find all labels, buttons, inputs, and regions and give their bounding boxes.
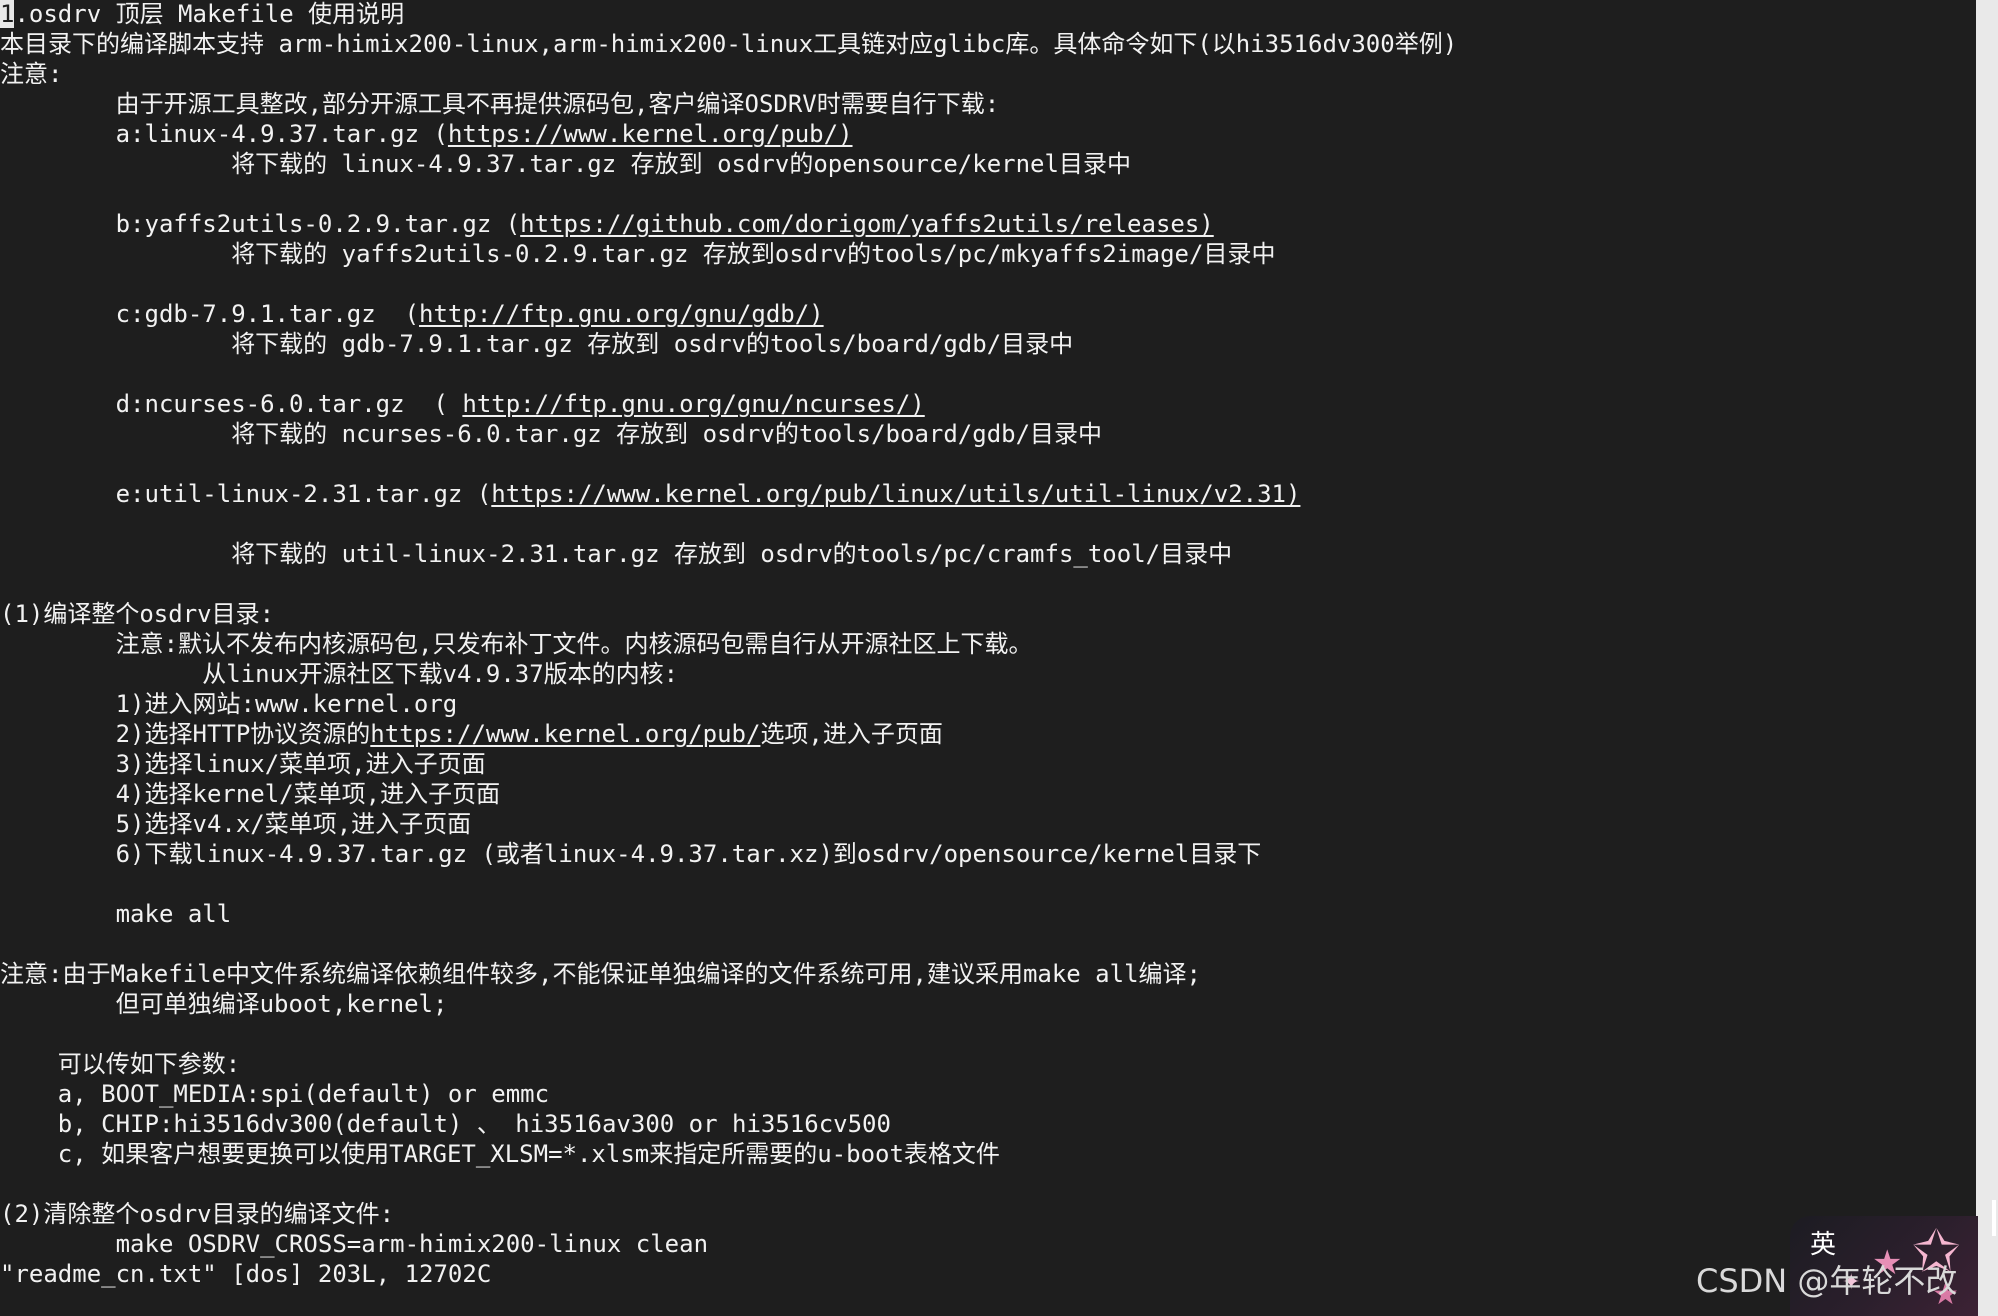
text-line: (2)清除整个osdrv目录的编译文件: — [0, 1200, 395, 1228]
text-line: e:util-linux-2.31.tar.gz (https://www.ke… — [0, 480, 1301, 510]
download-item-label: d:ncurses-6.0.tar.gz ( — [0, 390, 463, 418]
heading-text: .osdrv 顶层 Makefile 使用说明 — [14, 0, 405, 28]
text-line: 2)选择HTTP协议资源的https://www.kernel.org/pub/… — [0, 720, 943, 750]
yaffs2utils-url-link[interactable]: https://github.com/dorigom/yaffs2utils/r… — [520, 210, 1214, 238]
text-line: 但可单独编译uboot,kernel; — [0, 990, 448, 1018]
csdn-watermark: CSDN @年轮不改 — [1696, 1262, 1958, 1300]
step-label: 2)选择HTTP协议资源的 — [0, 720, 371, 748]
text-line: a:linux-4.9.37.tar.gz (https://www.kerne… — [0, 120, 853, 150]
text-line: 3)选择linux/菜单项,进入子页面 — [0, 750, 486, 778]
text-cursor: 1 — [0, 0, 15, 28]
text-line: 1.osdrv 顶层 Makefile 使用说明 — [0, 0, 404, 30]
download-item-label: c:gdb-7.9.1.tar.gz ( — [0, 300, 420, 328]
text-line: c, 如果客户想要更换可以使用TARGET_XLSM=*.xlsm来指定所需要的… — [0, 1140, 1000, 1168]
text-line: c:gdb-7.9.1.tar.gz (http://ftp.gnu.org/g… — [0, 300, 824, 330]
text-line: (1)编译整个osdrv目录: — [0, 600, 275, 628]
download-item-label: a:linux-4.9.37.tar.gz ( — [0, 120, 448, 148]
text-line: 可以传如下参数: — [0, 1050, 241, 1078]
text-line: 5)选择v4.x/菜单项,进入子页面 — [0, 810, 472, 838]
text-line: 将下载的 yaffs2utils-0.2.9.tar.gz 存放到osdrv的t… — [0, 240, 1276, 268]
text-line: 本目录下的编译脚本支持 arm-himix200-linux,arm-himix… — [0, 30, 1458, 58]
text-line: b, CHIP:hi3516dv300(default) 、 hi3516av3… — [0, 1110, 891, 1138]
gdb-url-link[interactable]: http://ftp.gnu.org/gnu/gdb/) — [419, 300, 824, 328]
text-line: 将下载的 linux-4.9.37.tar.gz 存放到 osdrv的opens… — [0, 150, 1131, 178]
text-line: 注意:默认不发布内核源码包,只发布补丁文件。内核源码包需自行从开源社区上下载。 — [0, 630, 1033, 658]
text-line: b:yaffs2utils-0.2.9.tar.gz (https://gith… — [0, 210, 1214, 240]
text-line: a, BOOT_MEDIA:spi(default) or emmc — [0, 1080, 550, 1108]
ncurses-url-link[interactable]: http://ftp.gnu.org/gnu/ncurses/) — [462, 390, 924, 418]
text-line: 将下载的 gdb-7.9.1.tar.gz 存放到 osdrv的tools/bo… — [0, 330, 1074, 358]
text-line: 6)下载linux-4.9.37.tar.gz (或者linux-4.9.37.… — [0, 840, 1262, 868]
util-linux-url-link[interactable]: https://www.kernel.org/pub/linux/utils/u… — [491, 480, 1300, 508]
ime-mode-indicator: 英 — [1810, 1230, 1837, 1260]
text-line: 注意:由于Makefile中文件系统编译依赖组件较多,不能保证单独编译的文件系统… — [0, 960, 1201, 988]
text-line: 4)选择kernel/菜单项,进入子页面 — [0, 780, 501, 808]
command-line: make OSDRV_CROSS=arm-himix200-linux clea… — [0, 1230, 709, 1258]
text-line: d:ncurses-6.0.tar.gz ( http://ftp.gnu.or… — [0, 390, 925, 420]
step-suffix: 选项,进入子页面 — [760, 720, 943, 748]
kernel-pub-link[interactable]: https://www.kernel.org/pub/ — [370, 720, 760, 748]
text-line: 从linux开源社区下载v4.9.37版本的内核: — [0, 660, 679, 688]
kernel-url-link[interactable]: https://www.kernel.org/pub/) — [448, 120, 853, 148]
text-line: 注意: — [0, 60, 63, 88]
vertical-scrollbar[interactable] — [1976, 0, 1998, 1316]
scrollbar-thumb[interactable] — [1992, 1200, 1996, 1236]
download-item-label: b:yaffs2utils-0.2.9.tar.gz ( — [0, 210, 521, 238]
text-line: 由于开源工具整改,部分开源工具不再提供源码包,客户编译OSDRV时需要自行下载: — [0, 90, 1000, 118]
status-line: "readme_cn.txt" [dos] 203L, 12702C — [0, 1260, 492, 1288]
download-item-label: e:util-linux-2.31.tar.gz ( — [0, 480, 492, 508]
command-line: make all — [0, 900, 232, 928]
text-line: 将下载的 util-linux-2.31.tar.gz 存放到 osdrv的to… — [0, 540, 1233, 568]
text-line: 1)进入网站:www.kernel.org — [0, 690, 458, 718]
text-line: 将下载的 ncurses-6.0.tar.gz 存放到 osdrv的tools/… — [0, 420, 1103, 448]
terminal-window[interactable]: 1.osdrv 顶层 Makefile 使用说明 本目录下的编译脚本支持 arm… — [0, 0, 1976, 1316]
